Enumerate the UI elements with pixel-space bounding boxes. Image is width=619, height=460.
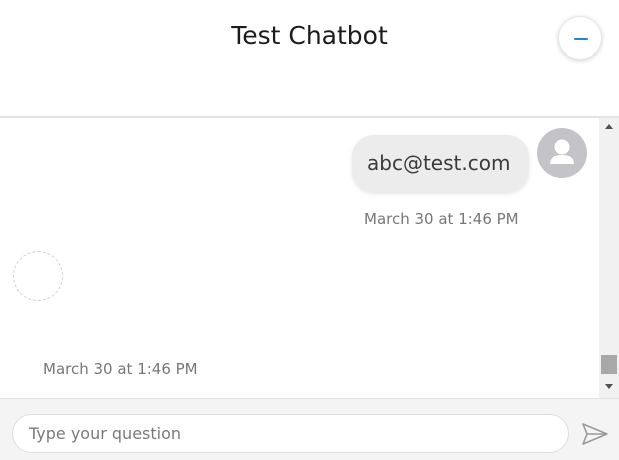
minimize-button[interactable] bbox=[558, 16, 602, 60]
chat-window: Test Chatbot abc@test.com March 30 at 1:… bbox=[0, 0, 619, 460]
scroll-thumb[interactable] bbox=[601, 355, 617, 374]
user-avatar-icon bbox=[537, 128, 587, 178]
scroll-down-arrow-icon[interactable] bbox=[599, 378, 619, 395]
user-message-bubble: abc@test.com bbox=[352, 135, 529, 192]
message-list[interactable]: abc@test.com March 30 at 1:46 PM March 3… bbox=[0, 118, 599, 398]
chat-footer bbox=[0, 398, 619, 460]
chat-title: Test Chatbot bbox=[231, 21, 388, 50]
scroll-up-arrow-icon[interactable] bbox=[599, 118, 619, 135]
send-icon bbox=[582, 423, 608, 445]
question-input[interactable] bbox=[12, 414, 569, 453]
bot-message-timestamp: March 30 at 1:46 PM bbox=[43, 360, 198, 378]
message-scrollbar[interactable] bbox=[599, 118, 619, 398]
chat-header: Test Chatbot bbox=[0, 0, 619, 118]
minus-icon bbox=[574, 38, 588, 40]
send-button[interactable] bbox=[580, 421, 610, 447]
user-message-timestamp: March 30 at 1:46 PM bbox=[364, 210, 519, 228]
bot-avatar-icon bbox=[13, 251, 63, 301]
